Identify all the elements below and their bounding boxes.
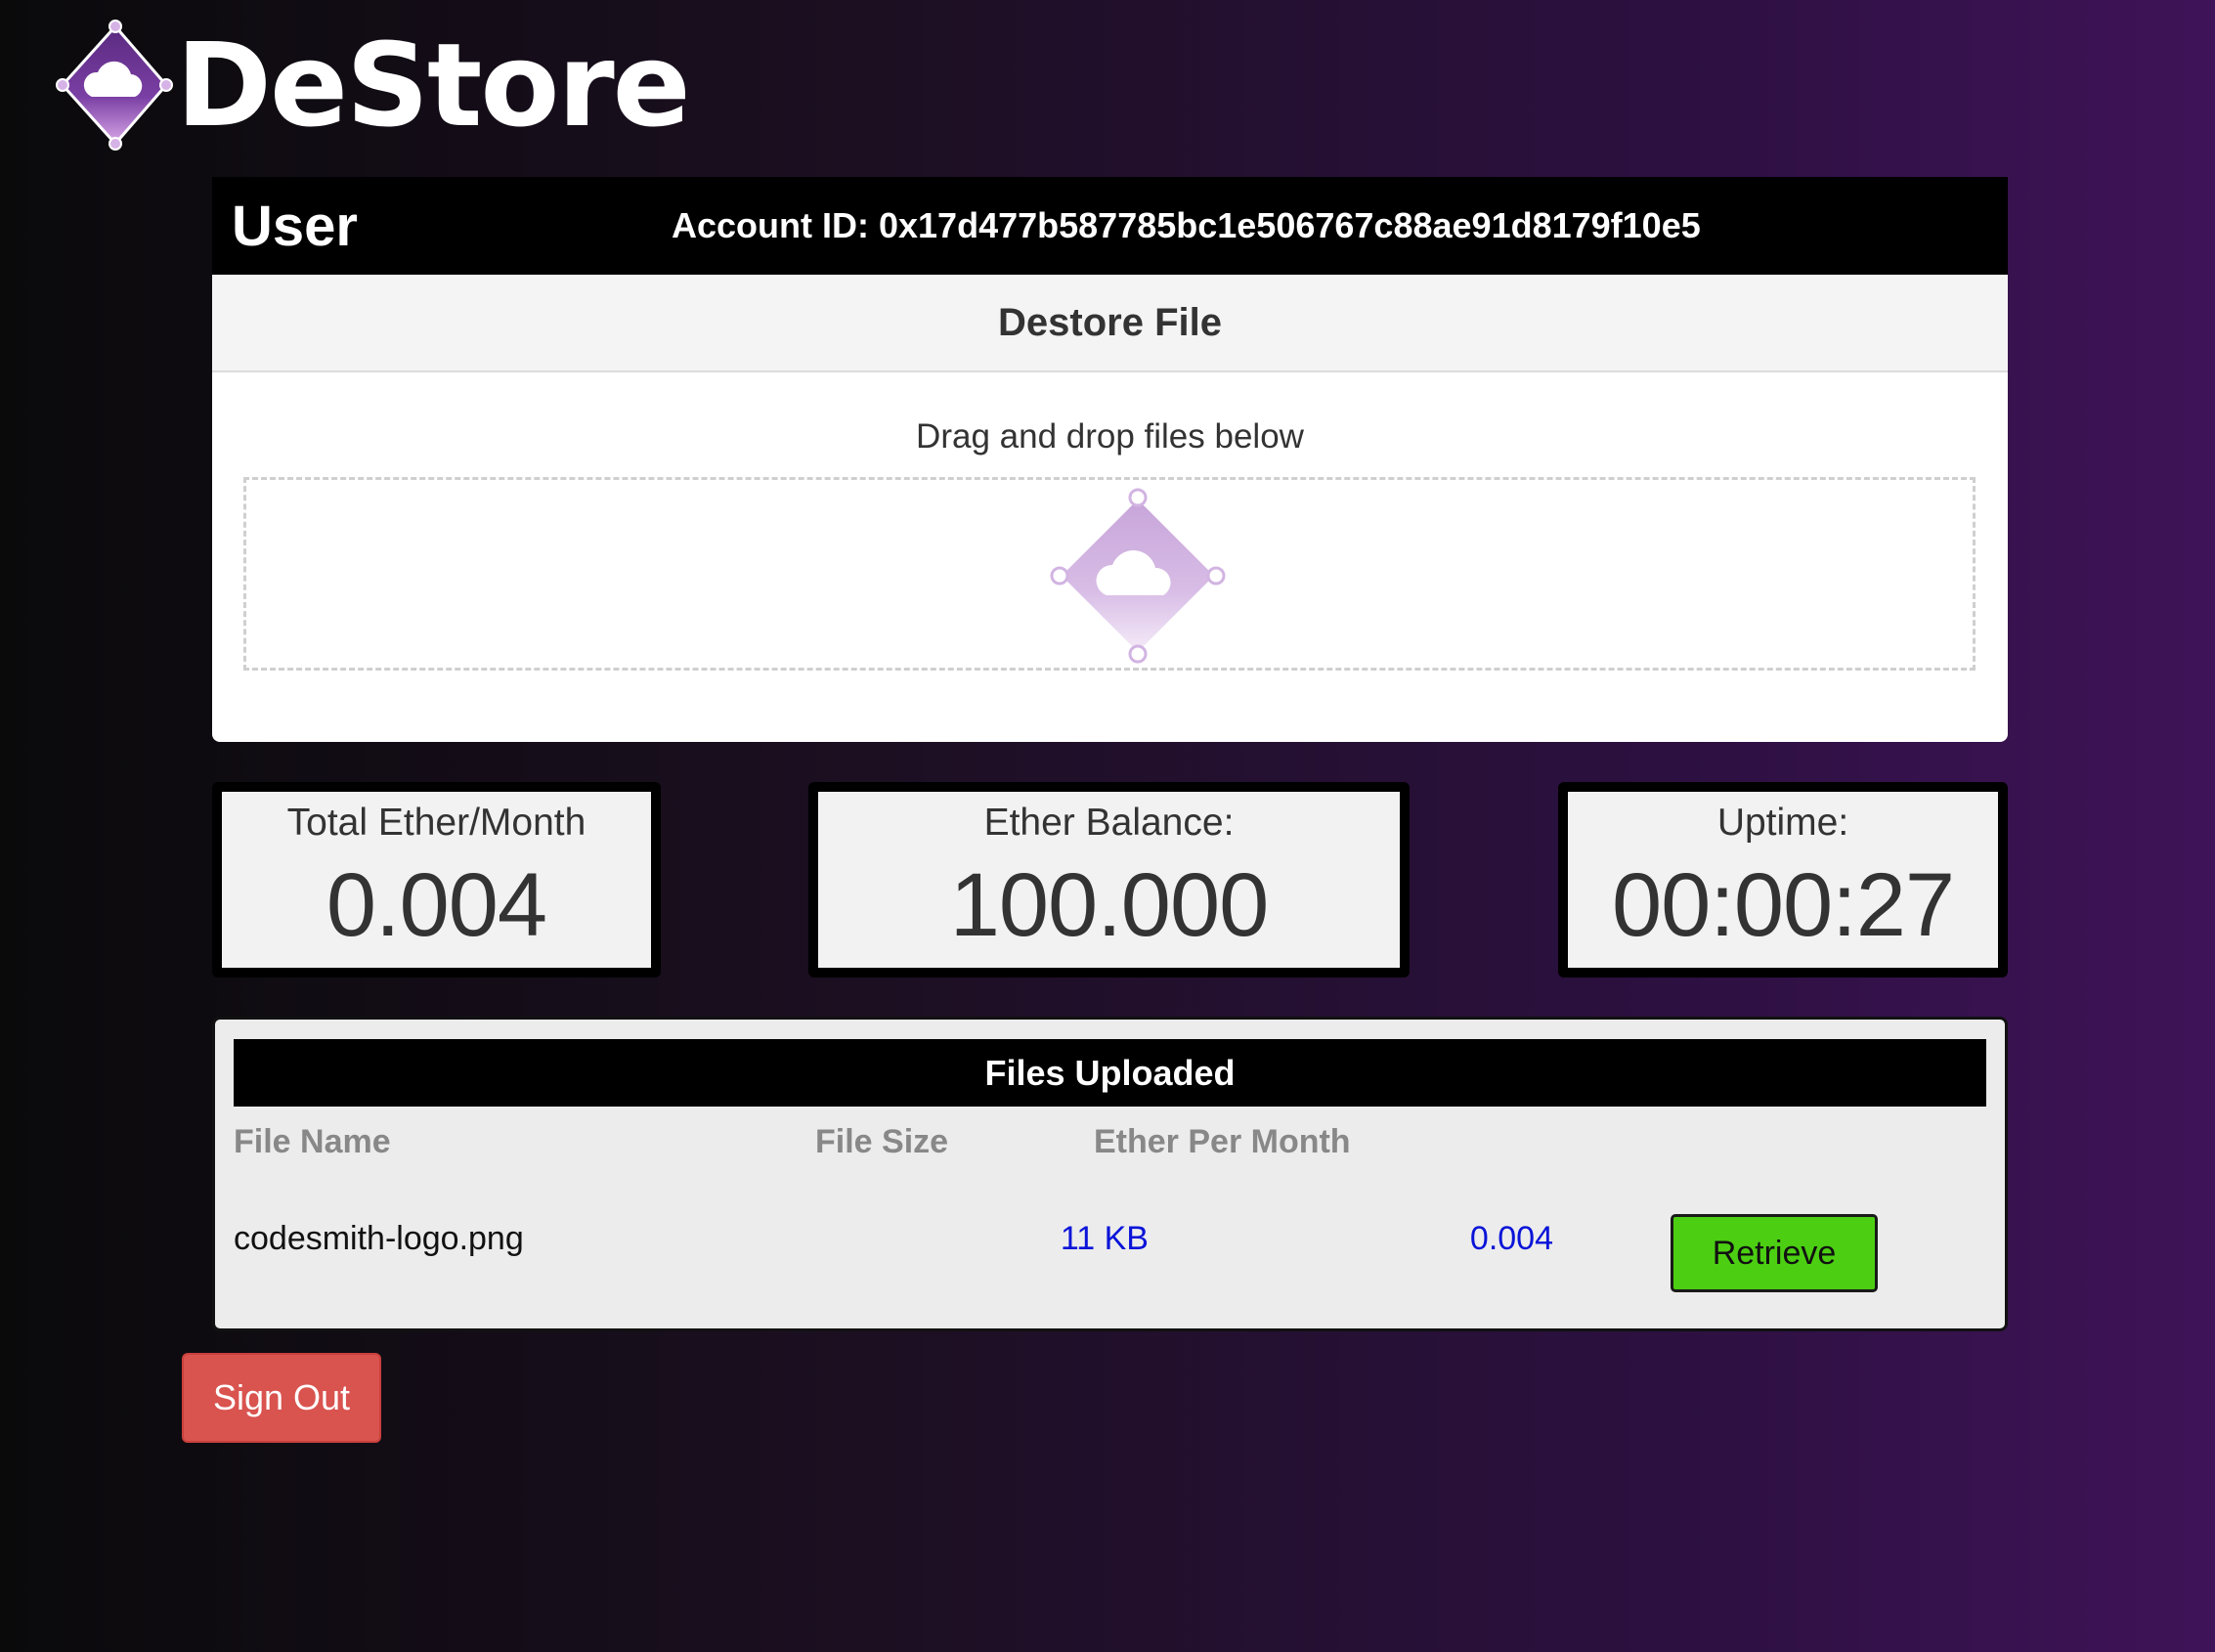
sign-out-button[interactable]: Sign Out — [182, 1353, 381, 1443]
stat-label: Total Ether/Month — [286, 802, 586, 844]
file-dropzone[interactable] — [243, 477, 1976, 671]
stat-value: 100.000 — [949, 855, 1270, 955]
upload-hint: Drag and drop files below — [916, 417, 1304, 456]
cloud-diamond-icon — [1048, 486, 1228, 666]
user-header: User Account ID: 0x17d477b587785bc1e5067… — [212, 177, 2008, 275]
stat-ether-balance: Ether Balance: 100.000 — [808, 782, 1410, 978]
stat-total-ether: Total Ether/Month 0.004 — [212, 782, 661, 978]
files-panel: Files Uploaded File Name File Size Ether… — [212, 1017, 2008, 1331]
column-header-file-size: File Size — [815, 1123, 949, 1160]
stat-label: Ether Balance: — [983, 802, 1235, 844]
upload-title: Destore File — [212, 275, 2008, 372]
upload-panel: Destore File Drag and drop files below — [212, 275, 2008, 742]
account-id: Account ID: 0x17d477b587785bc1e506767c88… — [672, 205, 1701, 245]
brand-logo: DeStore — [49, 12, 691, 158]
stat-value: 0.004 — [326, 855, 547, 955]
cloud-diamond-icon — [49, 17, 176, 153]
file-name-cell: codesmith-logo.png — [234, 1220, 524, 1257]
stat-label: Uptime: — [1716, 802, 1849, 844]
stat-value: 00:00:27 — [1611, 855, 1955, 955]
ether-per-month-cell: 0.004 — [1469, 1220, 1553, 1257]
user-title: User — [232, 194, 358, 258]
column-header-ether-per-month: Ether Per Month — [1094, 1123, 1351, 1160]
column-header-file-name: File Name — [234, 1123, 391, 1160]
file-size-value: 11 KB — [1060, 1220, 1149, 1257]
brand-name: DeStore — [176, 18, 691, 152]
retrieve-button[interactable]: Retrieve — [1671, 1214, 1878, 1292]
files-title: Files Uploaded — [234, 1039, 1986, 1107]
stat-uptime: Uptime: 00:00:27 — [1558, 782, 2008, 978]
